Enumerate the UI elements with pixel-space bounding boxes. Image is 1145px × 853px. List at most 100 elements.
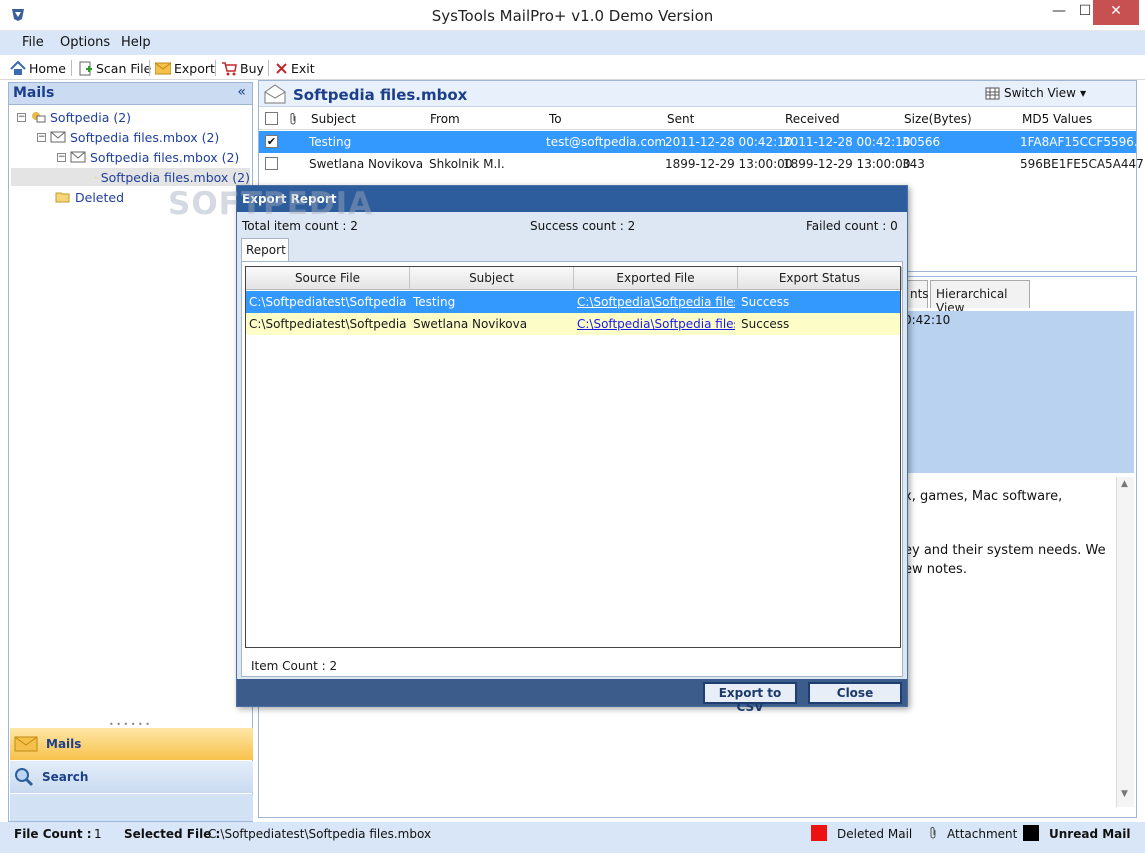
column-subject[interactable]: Subject bbox=[410, 267, 574, 290]
deleted-mail-legend: Deleted Mail bbox=[837, 827, 913, 841]
selected-file-value: C:\Softpediatest\Softpedia files.mbox bbox=[208, 827, 432, 841]
close-dialog-button[interactable]: Close bbox=[808, 682, 902, 704]
report-row[interactable]: C:\Softpediatest\Softpedia f... Testing … bbox=[246, 291, 900, 313]
toolbar-separator bbox=[268, 60, 269, 76]
report-source-file: C:\Softpediatest\Softpedia f... bbox=[249, 317, 407, 331]
toolbar: Home Scan File Export Buy Exit bbox=[0, 55, 1145, 80]
export-to-csv-button[interactable]: Export to CSV bbox=[703, 682, 797, 714]
menu-file[interactable]: File bbox=[22, 35, 44, 50]
menu-bar: File Options Help bbox=[0, 31, 1145, 55]
nav-search-button[interactable]: Search bbox=[10, 761, 253, 793]
column-exported-file[interactable]: Exported File bbox=[574, 267, 738, 290]
attachment-icon bbox=[930, 827, 936, 839]
column-received[interactable]: Received bbox=[785, 112, 840, 126]
unread-mail-legend: Unread Mail bbox=[1049, 827, 1131, 841]
report-exported-file-link[interactable]: C:\Softpedia\Softpedia files... bbox=[577, 295, 735, 309]
home-label: Home bbox=[29, 60, 66, 76]
scroll-down-icon[interactable]: ▼ bbox=[1121, 789, 1128, 799]
column-md5[interactable]: MD5 Values bbox=[1022, 112, 1092, 126]
tree-node-root[interactable]: − Softpedia (2) bbox=[17, 108, 131, 126]
softpedia-watermark: SOFTPEDIA bbox=[168, 186, 374, 222]
report-row[interactable]: C:\Softpediatest\Softpedia f... Swetlana… bbox=[246, 313, 900, 335]
column-sent[interactable]: Sent bbox=[667, 112, 694, 126]
envelope-icon bbox=[70, 151, 86, 163]
scan-file-label: Scan File bbox=[96, 60, 152, 76]
mail-row-checkbox[interactable] bbox=[265, 157, 278, 170]
collapse-node-icon[interactable]: − bbox=[57, 152, 66, 162]
preview-scrollbar[interactable]: ▲ ▼ bbox=[1116, 477, 1134, 807]
column-source-file[interactable]: Source File bbox=[246, 267, 410, 290]
success-count: Success count : 2 bbox=[530, 219, 636, 233]
tab-report[interactable]: Report bbox=[241, 238, 289, 262]
collapse-panel-button[interactable]: « bbox=[237, 84, 246, 100]
column-to[interactable]: To bbox=[549, 112, 562, 126]
column-size[interactable]: Size(Bytes) bbox=[904, 112, 972, 126]
toolbar-separator bbox=[215, 60, 216, 76]
mail-received: 2011-12-28 00:42:10 bbox=[783, 135, 911, 149]
tree-node-selected-folder[interactable]: Softpedia files.mbox (2) bbox=[11, 168, 250, 186]
export-report-dialog: Export Report Total item count : 2 Succe… bbox=[236, 185, 908, 714]
tab-hierarchical-view[interactable]: Hierarchical View bbox=[930, 280, 1030, 315]
nav-mails-button[interactable]: Mails bbox=[10, 728, 253, 760]
buy-button[interactable]: Buy bbox=[221, 59, 264, 77]
menu-options[interactable]: Options bbox=[60, 35, 110, 50]
mail-row-checkbox[interactable]: ✔ bbox=[265, 135, 278, 148]
mailbox-title: Softpedia files.mbox bbox=[293, 86, 468, 104]
report-exported-file-link[interactable]: C:\Softpedia\Softpedia files... bbox=[577, 317, 735, 331]
exit-button[interactable]: Exit bbox=[275, 59, 315, 77]
mail-list-column-header: Subject From To Sent Received Size(Bytes… bbox=[259, 108, 1136, 130]
item-count: Item Count : 2 bbox=[251, 659, 338, 673]
deleted-mail-swatch bbox=[811, 825, 827, 841]
mail-from: Shkolnik M.I. bbox=[429, 157, 505, 171]
select-all-checkbox[interactable] bbox=[265, 112, 278, 125]
failed-count: Failed count : 0 bbox=[806, 219, 898, 233]
mail-md5: 1FA8AF15CCF5596... bbox=[1020, 135, 1145, 149]
mail-size: 30566 bbox=[902, 135, 941, 149]
report-subject: Swetlana Novikova bbox=[413, 317, 528, 331]
folder-panel-header: Mails « bbox=[9, 83, 252, 105]
report-status: Success bbox=[741, 317, 790, 331]
tree-node-mbox-child[interactable]: − Softpedia files.mbox (2) bbox=[57, 148, 239, 166]
exit-label: Exit bbox=[291, 60, 315, 76]
mail-to: test@softpedia.com bbox=[546, 135, 667, 149]
tree-node-label: Softpedia files.mbox (2) bbox=[90, 149, 240, 165]
tree-node-label: Softpedia (2) bbox=[50, 109, 132, 125]
toolbar-separator bbox=[149, 60, 150, 76]
attachment-legend: Attachment bbox=[947, 827, 1018, 841]
menu-help[interactable]: Help bbox=[121, 35, 151, 50]
cart-icon bbox=[222, 61, 237, 75]
export-report-grid: Source File Subject Exported File Export… bbox=[245, 266, 902, 648]
scan-file-icon bbox=[79, 61, 92, 75]
collapse-node-icon[interactable]: − bbox=[17, 112, 26, 122]
file-count-value: 1 bbox=[94, 827, 102, 841]
mail-body: x, games, Mac software, ey and their sys… bbox=[904, 477, 1116, 807]
mail-row[interactable]: ✔ Testing test@softpedia.com 2011-12-28 … bbox=[259, 131, 1145, 153]
collapse-node-icon[interactable]: − bbox=[37, 132, 46, 142]
column-export-status[interactable]: Export Status bbox=[738, 267, 902, 290]
attachment-column-icon bbox=[290, 113, 296, 125]
mail-header-info: 0:42:10 bbox=[904, 311, 1134, 473]
dialog-footer: Export to CSV Close bbox=[237, 679, 907, 714]
export-button[interactable]: Export bbox=[155, 59, 215, 77]
search-icon bbox=[15, 768, 34, 787]
tree-node-label: Softpedia files.mbox (2) bbox=[100, 169, 250, 185]
selected-file-label: Selected File : bbox=[124, 827, 221, 841]
nav-mails-label: Mails bbox=[46, 737, 82, 751]
close-window-button[interactable]: ✕ bbox=[1093, 0, 1139, 25]
switch-view-button[interactable]: Switch View ▼ bbox=[985, 86, 1086, 100]
home-icon bbox=[10, 60, 26, 75]
nav-search-label: Search bbox=[42, 770, 89, 784]
unread-mail-swatch bbox=[1023, 825, 1039, 841]
switch-view-label: Switch View bbox=[1004, 86, 1076, 100]
column-from[interactable]: From bbox=[430, 112, 460, 126]
scroll-up-icon[interactable]: ▲ bbox=[1121, 479, 1128, 489]
folder-panel-title: Mails bbox=[13, 85, 55, 101]
scan-file-button[interactable]: Scan File bbox=[78, 59, 151, 77]
mail-row[interactable]: Swetlana Novikova Shkolnik M.I. 1899-12-… bbox=[259, 153, 1145, 175]
tree-node-mbox[interactable]: − Softpedia files.mbox (2) bbox=[37, 128, 219, 146]
home-button[interactable]: Home bbox=[10, 59, 66, 77]
grid-view-icon bbox=[985, 87, 1000, 99]
tree-node-deleted[interactable]: Deleted bbox=[55, 188, 124, 206]
column-subject[interactable]: Subject bbox=[311, 112, 356, 126]
folder-icon bbox=[55, 192, 70, 202]
